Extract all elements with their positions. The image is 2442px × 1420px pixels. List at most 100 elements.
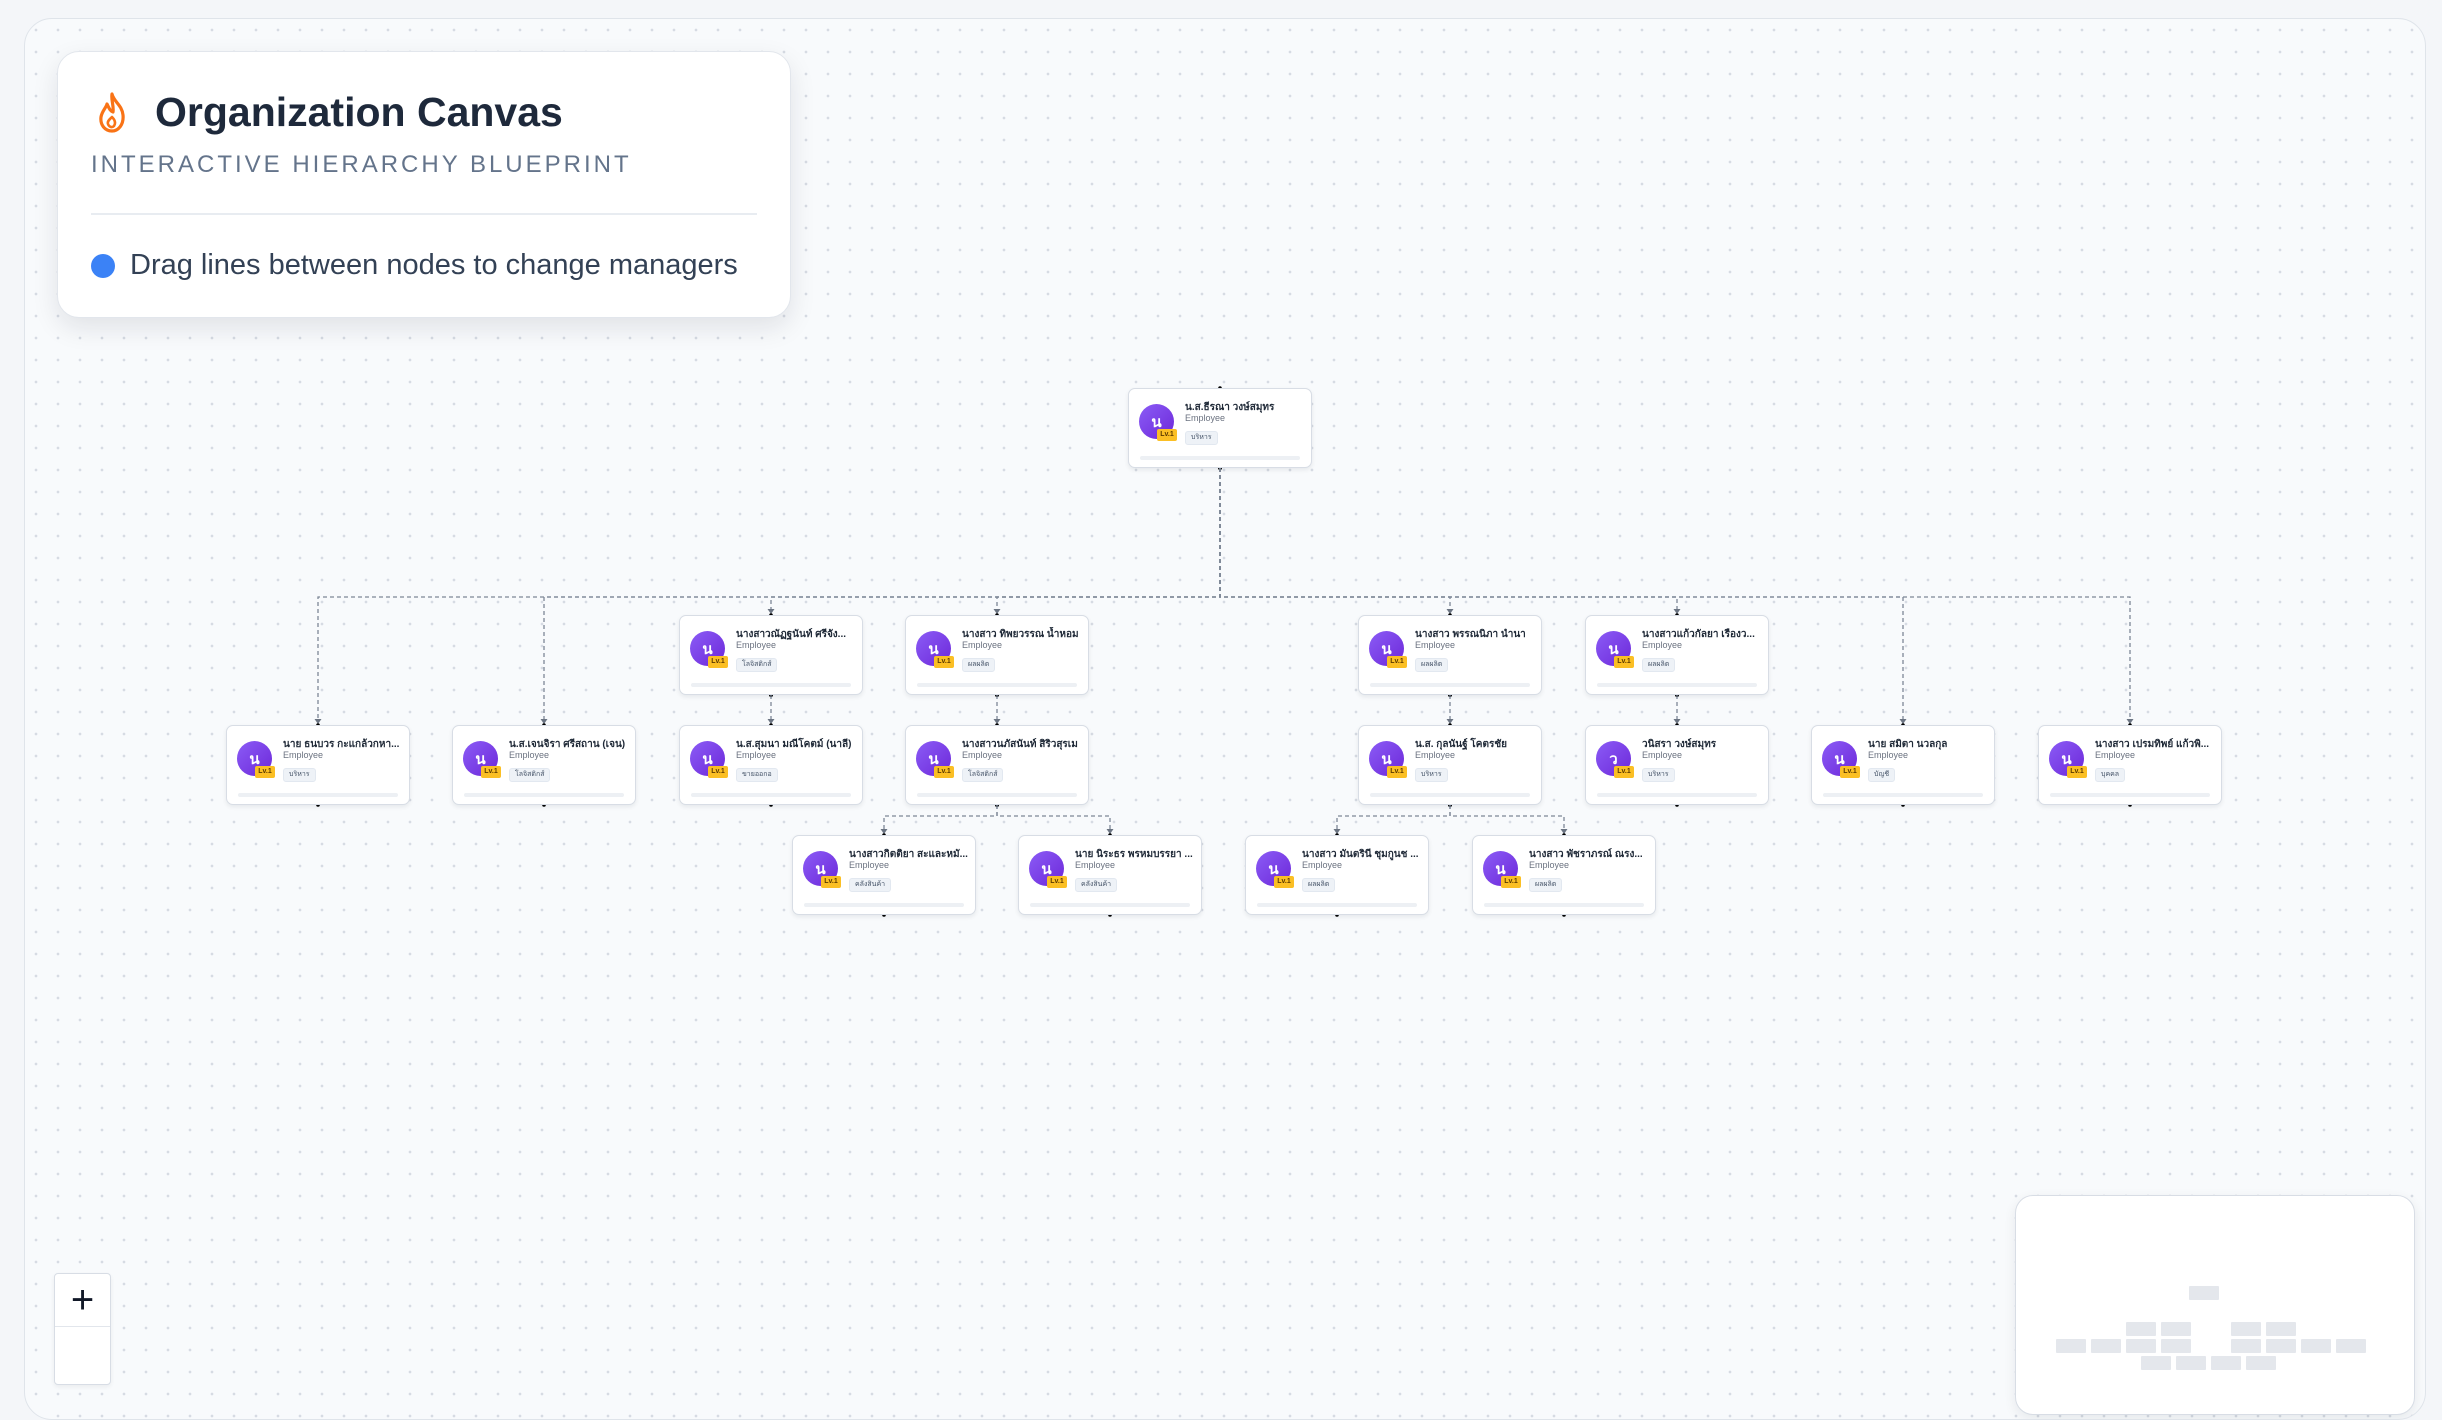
connector-line[interactable] — [996, 468, 1221, 611]
department-tag: บริหาร — [1185, 431, 1218, 445]
minimap-node — [2141, 1356, 2171, 1370]
hint-indicator-dot — [91, 254, 115, 278]
minimap-node — [2231, 1322, 2261, 1336]
employee-node[interactable]: น Lv.1 นางสาวกิตติยา สะและหมั... Employe… — [792, 835, 976, 915]
employee-node[interactable]: น Lv.1 น.ส.เจนจิรา ศรีสถาน (เจน) Employe… — [452, 725, 636, 805]
employee-node[interactable]: น Lv.1 นางสาวแก้วกัลยา เรืองว... Employe… — [1585, 615, 1769, 695]
employee-node[interactable]: ว Lv.1 วนิสรา วงษ์สมุทร Employee บริหาร — [1585, 725, 1769, 805]
minimap-node — [2126, 1339, 2156, 1353]
department-tag: ขายออกอ — [736, 768, 778, 782]
level-badge: Lv.1 — [1614, 766, 1634, 778]
node-progress-track — [1370, 683, 1530, 687]
employee-node[interactable]: น Lv.1 นางสาว เปรมทิพย์ แก้วพิ... Employ… — [2038, 725, 2222, 805]
level-badge: Lv.1 — [1387, 766, 1407, 778]
department-tag: ผลผลิต — [1642, 658, 1676, 672]
connector-line[interactable] — [1219, 468, 1451, 611]
minimap-node — [2189, 1286, 2219, 1300]
flame-icon — [99, 92, 125, 133]
department-tag: คลังสินค้า — [1075, 878, 1118, 892]
minimap-node — [2176, 1356, 2206, 1370]
node-progress-track — [804, 903, 964, 907]
minimap-node — [2056, 1339, 2086, 1353]
employee-role: Employee — [283, 750, 324, 760]
minimap-node — [2091, 1339, 2121, 1353]
department-tag: โลจิสติกส์ — [736, 658, 778, 672]
zoom-in-button[interactable]: + — [55, 1274, 110, 1327]
employee-node[interactable]: น Lv.1 นางสาว พัชราภรณ์ ณรง... Employee … — [1472, 835, 1656, 915]
divider — [91, 213, 757, 215]
employee-node[interactable]: น Lv.1 นาย นิระธร พรหมบรรยา ... Employee… — [1018, 835, 1202, 915]
node-progress-track — [917, 793, 1077, 797]
connector-line[interactable] — [883, 805, 998, 831]
connector-line[interactable] — [1219, 468, 1678, 611]
minimap-node — [2246, 1356, 2276, 1370]
connector-line[interactable] — [1219, 468, 1904, 721]
employee-role: Employee — [1868, 750, 1909, 760]
node-progress-track — [2050, 793, 2210, 797]
employee-node[interactable]: น Lv.1 นางสาวนภัสนันท์ สิริวสุรเม Employ… — [905, 725, 1089, 805]
employee-node[interactable]: น Lv.1 น.ส.สุมนา มณีโคตม์ (นาลี) Employe… — [679, 725, 863, 805]
node-progress-track — [917, 683, 1077, 687]
connector-line[interactable] — [996, 805, 1111, 831]
employee-node[interactable]: น Lv.1 นางสาว ทิพยวรรณ น้ำหอม Employee ผ… — [905, 615, 1089, 695]
level-badge: Lv.1 — [708, 656, 728, 668]
employee-node-root[interactable]: น Lv.1 น.ส.ธีรณา วงษ์สมุทร Employee บริห… — [1128, 388, 1312, 468]
level-badge: Lv.1 — [1501, 876, 1521, 888]
department-tag: บัญชี — [1868, 768, 1896, 782]
employee-role: Employee — [962, 640, 1003, 650]
node-progress-track — [691, 683, 851, 687]
department-tag: บุคคล — [2095, 768, 2126, 782]
department-tag: ผลผลิต — [962, 658, 996, 672]
node-progress-track — [1370, 793, 1530, 797]
employee-node[interactable]: น Lv.1 นางสาวณัฏฐนันท์ ศรีจัง... Employe… — [679, 615, 863, 695]
department-tag: บริหาร — [1642, 768, 1675, 782]
employee-node[interactable]: น Lv.1 นาย สมิตา นวลกุล Employee บัญชี — [1811, 725, 1995, 805]
connector-line[interactable] — [1336, 805, 1451, 831]
page-subtitle: INTERACTIVE HIERARCHY BLUEPRINT — [91, 151, 632, 178]
employee-role: Employee — [736, 640, 777, 650]
minimap[interactable] — [2015, 1195, 2415, 1415]
level-badge: Lv.1 — [708, 766, 728, 778]
connector-line[interactable] — [770, 468, 1221, 611]
level-badge: Lv.1 — [481, 766, 501, 778]
header-card: Organization Canvas INTERACTIVE HIERARCH… — [57, 51, 791, 318]
employee-node[interactable]: น Lv.1 น.ส. กุลนันฐ์ โคตรชัย Employee บร… — [1358, 725, 1542, 805]
level-badge: Lv.1 — [1274, 876, 1294, 888]
department-tag: บริหาร — [1415, 768, 1448, 782]
node-progress-track — [1140, 456, 1300, 460]
department-tag: คลังสินค้า — [849, 878, 892, 892]
employee-role: Employee — [1185, 413, 1226, 423]
minimap-node — [2301, 1339, 2331, 1353]
employee-role: Employee — [962, 750, 1003, 760]
level-badge: Lv.1 — [821, 876, 841, 888]
employee-role: Employee — [1642, 640, 1683, 650]
hint-text: Drag lines between nodes to change manag… — [130, 249, 738, 281]
connector-line[interactable] — [1449, 805, 1565, 831]
connector-line[interactable] — [543, 468, 1221, 721]
node-progress-track — [464, 793, 624, 797]
minimap-node — [2231, 1339, 2261, 1353]
employee-role: Employee — [1415, 640, 1456, 650]
department-tag: บริหาร — [283, 768, 316, 782]
node-progress-track — [1257, 903, 1417, 907]
employee-role: Employee — [2095, 750, 2136, 760]
minimap-node — [2266, 1339, 2296, 1353]
department-tag: โลจิสติกส์ — [962, 768, 1004, 782]
node-progress-track — [1030, 903, 1190, 907]
level-badge: Lv.1 — [2067, 766, 2087, 778]
employee-node[interactable]: น Lv.1 นาย ธนบวร กะแกล้วกหา... Employee … — [226, 725, 410, 805]
level-badge: Lv.1 — [934, 656, 954, 668]
department-tag: ผลผลิต — [1415, 658, 1449, 672]
zoom-controls: + — [54, 1273, 111, 1385]
node-progress-track — [1484, 903, 1644, 907]
level-badge: Lv.1 — [934, 766, 954, 778]
employee-role: Employee — [849, 860, 890, 870]
employee-role: Employee — [1529, 860, 1570, 870]
employee-node[interactable]: น Lv.1 นางสาว มันตรินี ชุมกูนช ... Emplo… — [1245, 835, 1429, 915]
page-title: Organization Canvas — [155, 89, 563, 135]
employee-node[interactable]: น Lv.1 นางสาว พรรณนิภา นำนา Employee ผลผ… — [1358, 615, 1542, 695]
minimap-node — [2336, 1339, 2366, 1353]
employee-role: Employee — [736, 750, 777, 760]
employee-role: Employee — [1415, 750, 1456, 760]
level-badge: Lv.1 — [255, 766, 275, 778]
